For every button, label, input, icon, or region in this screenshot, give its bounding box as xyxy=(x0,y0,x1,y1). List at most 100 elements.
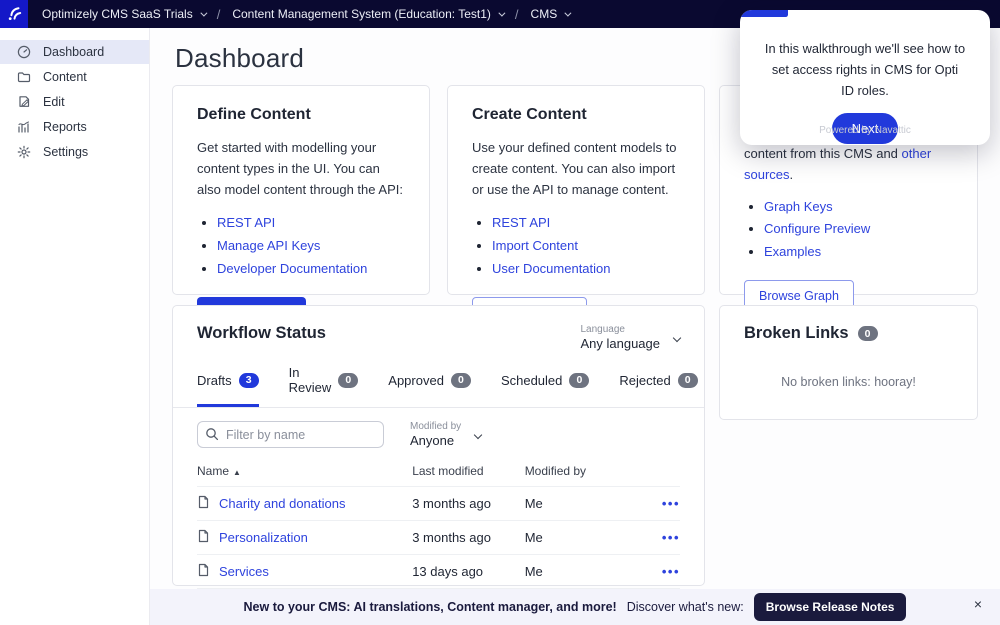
tab-scheduled[interactable]: Scheduled 0 xyxy=(501,365,589,407)
workflow-tabs: Drafts 3 In Review 0 Approved 0 Schedule… xyxy=(173,351,704,408)
powered-by-navattic-link[interactable]: Powered by Navattic xyxy=(740,125,990,136)
sidebar-item-edit[interactable]: Edit xyxy=(0,90,149,114)
examples-link[interactable]: Examples xyxy=(764,244,821,259)
search-icon xyxy=(205,427,219,446)
sidebar-item-label: Content xyxy=(43,70,87,84)
table-row: Personalization 3 months ago Me ••• xyxy=(197,521,680,555)
sidebar: Dashboard Content Edit Reports Settings xyxy=(0,28,150,625)
workflow-table: Name▲ Last modified Modified by Charity … xyxy=(197,458,680,589)
walkthrough-text: In this walkthrough we'll see how to set… xyxy=(740,10,990,101)
create-content-card: Create Content Use your defined content … xyxy=(447,85,705,295)
edit-icon xyxy=(16,95,31,110)
sidebar-item-settings[interactable]: Settings xyxy=(0,140,149,164)
reports-icon xyxy=(16,120,31,135)
row-actions-ellipsis-icon[interactable]: ••• xyxy=(662,564,680,579)
column-header-label: Name xyxy=(197,464,229,478)
column-header-modified-by[interactable]: Modified by xyxy=(525,458,640,487)
list-item: User Documentation xyxy=(492,258,680,281)
row-actions-ellipsis-icon[interactable]: ••• xyxy=(662,530,680,545)
list-item: Manage API Keys xyxy=(217,235,405,258)
manage-api-keys-link[interactable]: Manage API Keys xyxy=(217,238,320,253)
sidebar-item-label: Reports xyxy=(43,120,87,134)
filter-by-name-input[interactable] xyxy=(197,421,384,448)
breadcrumb-label: CMS xyxy=(531,7,558,21)
breadcrumb-separator: / xyxy=(515,7,519,22)
broken-links-count-badge: 0 xyxy=(858,326,878,341)
sidebar-item-label: Dashboard xyxy=(43,45,104,59)
list-item: REST API xyxy=(217,212,405,235)
content-item-link[interactable]: Charity and donations xyxy=(219,496,345,511)
optimizely-logo-icon xyxy=(5,5,23,23)
list-item: Graph Keys xyxy=(764,196,953,219)
breadcrumb-org-switcher[interactable]: Optimizely CMS SaaS Trials xyxy=(42,7,205,21)
banner-headline: New to your CMS: AI translations, Conten… xyxy=(244,600,617,614)
sidebar-item-content[interactable]: Content xyxy=(0,65,149,89)
sidebar-item-dashboard[interactable]: Dashboard xyxy=(0,40,149,64)
content-item-link[interactable]: Personalization xyxy=(219,530,308,545)
tab-count-badge: 0 xyxy=(569,373,589,388)
card-body-text: content from this CMS and xyxy=(744,146,902,161)
broken-links-title: Broken Links xyxy=(744,324,849,343)
breadcrumb-label: Optimizely CMS SaaS Trials xyxy=(42,7,193,21)
tab-label: Approved xyxy=(388,373,444,388)
column-header-label: Last modified xyxy=(412,464,483,478)
card-body-text: . xyxy=(790,167,794,182)
folder-icon xyxy=(16,70,31,85)
close-icon[interactable]: × xyxy=(974,597,982,611)
chevron-down-icon xyxy=(474,430,482,438)
breadcrumb-app-switcher[interactable]: CMS xyxy=(531,7,570,21)
last-modified-cell: 3 months ago xyxy=(412,487,524,521)
gauge-icon xyxy=(16,45,31,60)
column-header-name[interactable]: Name▲ xyxy=(197,458,412,487)
list-item: Developer Documentation xyxy=(217,258,405,281)
optimizely-logo[interactable] xyxy=(0,0,28,28)
rest-api-link[interactable]: REST API xyxy=(217,215,275,230)
chevron-down-icon xyxy=(498,9,505,16)
document-icon xyxy=(197,495,210,512)
tab-rejected[interactable]: Rejected 0 xyxy=(619,365,697,407)
content-item-link[interactable]: Services xyxy=(219,564,269,579)
list-item: Configure Preview xyxy=(764,218,953,241)
broken-links-empty-message: No broken links: hooray! xyxy=(720,375,977,389)
import-content-link[interactable]: Import Content xyxy=(492,238,578,253)
workflow-status-card: Workflow Status Language Any language Dr… xyxy=(172,305,705,586)
tab-approved[interactable]: Approved 0 xyxy=(388,365,471,407)
card-body: Use your defined content models to creat… xyxy=(472,138,680,200)
language-value: Any language xyxy=(580,336,660,351)
sidebar-item-label: Edit xyxy=(43,95,65,109)
card-title: Define Content xyxy=(197,106,405,124)
sidebar-item-reports[interactable]: Reports xyxy=(0,115,149,139)
banner-subtext: Discover what's new: xyxy=(627,600,744,614)
breadcrumb-project-switcher[interactable]: Content Management System (Education: Te… xyxy=(232,7,503,21)
graph-keys-link[interactable]: Graph Keys xyxy=(764,199,833,214)
configure-preview-link[interactable]: Configure Preview xyxy=(764,221,870,236)
chevron-down-icon xyxy=(200,9,207,16)
walkthrough-tooltip: In this walkthrough we'll see how to set… xyxy=(740,10,990,145)
tab-drafts[interactable]: Drafts 3 xyxy=(197,365,259,407)
broken-links-card: Broken Links 0 No broken links: hooray! xyxy=(719,305,978,420)
page-title: Dashboard xyxy=(175,43,304,74)
tab-label: Drafts xyxy=(197,373,232,388)
tab-count-badge: 0 xyxy=(678,373,698,388)
table-row: Services 13 days ago Me ••• xyxy=(197,555,680,589)
document-icon xyxy=(197,563,210,580)
browse-release-notes-button[interactable]: Browse Release Notes xyxy=(754,593,907,621)
rest-api-link[interactable]: REST API xyxy=(492,215,550,230)
settings-icon xyxy=(16,145,31,160)
column-header-last-modified[interactable]: Last modified xyxy=(412,458,524,487)
modified-by-cell: Me xyxy=(525,555,640,589)
card-link-list: REST API Import Content User Documentati… xyxy=(492,212,680,280)
tab-in-review[interactable]: In Review 0 xyxy=(289,365,359,407)
user-documentation-link[interactable]: User Documentation xyxy=(492,261,611,276)
developer-documentation-link[interactable]: Developer Documentation xyxy=(217,261,367,276)
language-dropdown[interactable]: Language Any language xyxy=(580,324,680,351)
modified-by-dropdown[interactable]: Modified by Anyone xyxy=(410,421,481,448)
sidebar-item-label: Settings xyxy=(43,145,88,159)
chevron-down-icon xyxy=(673,333,681,341)
column-header-label: Modified by xyxy=(525,464,586,478)
breadcrumb: Optimizely CMS SaaS Trials / Content Man… xyxy=(42,7,569,22)
breadcrumb-label: Content Management System (Education: Te… xyxy=(232,7,491,21)
row-actions-ellipsis-icon[interactable]: ••• xyxy=(662,496,680,511)
list-item: Import Content xyxy=(492,235,680,258)
modified-by-cell: Me xyxy=(525,487,640,521)
